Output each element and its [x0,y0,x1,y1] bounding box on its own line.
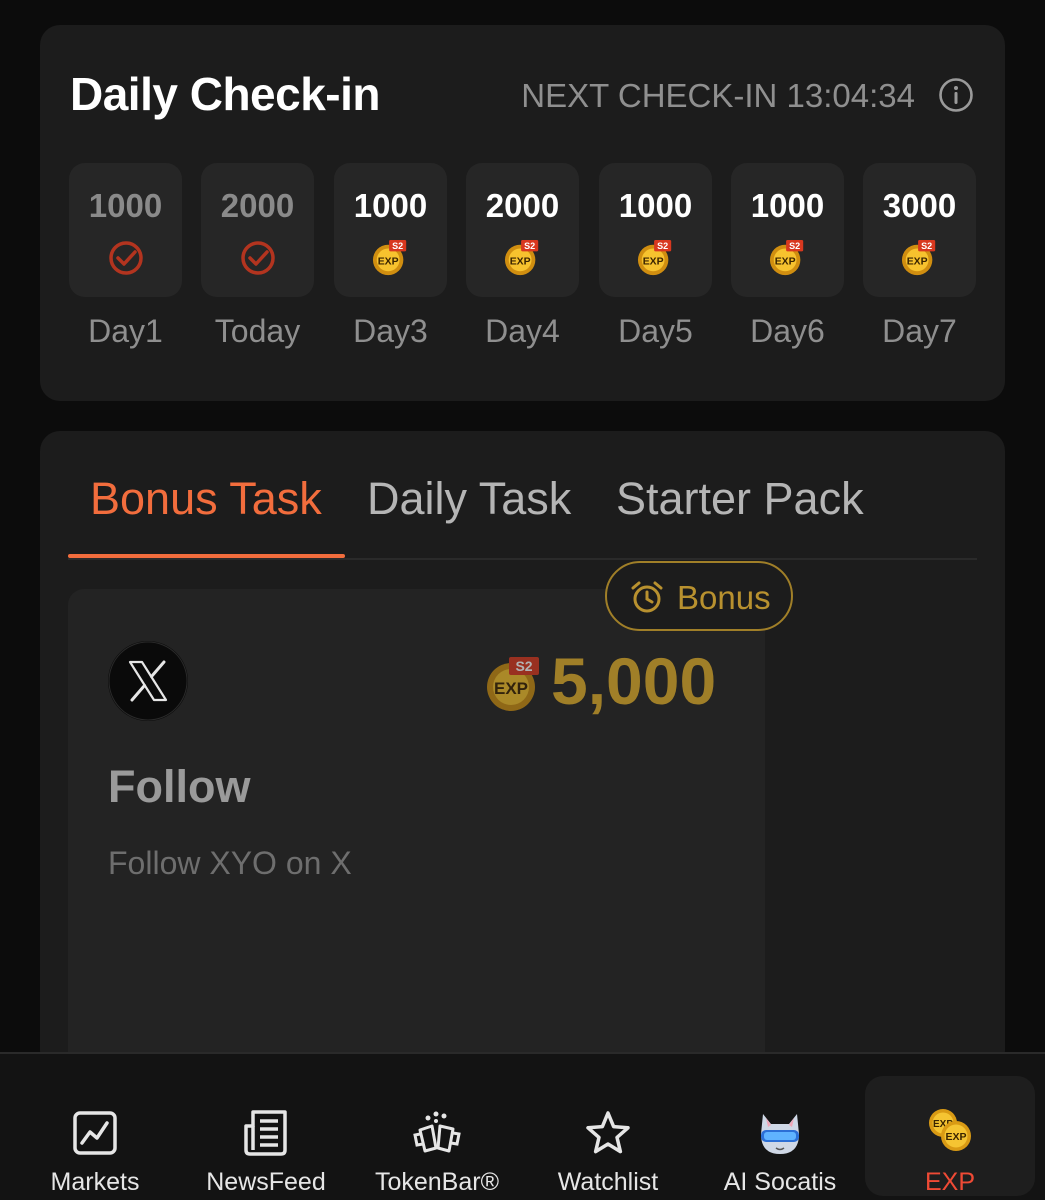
exp-coin-icon: EXP S2 [901,239,936,276]
checkin-day-tile: 1000 EXP S2 [599,163,712,297]
svg-text:EXP: EXP [378,257,399,268]
tab-bonus-task[interactable]: Bonus Task [90,473,322,525]
checkin-day-4[interactable]: 2000 EXP S2 Day4 [466,163,579,350]
checkin-day-5[interactable]: 1000 EXP S2 Day5 [599,163,712,350]
bonus-badge: Bonus [605,561,793,631]
nav-label-exp: EXP [924,1168,976,1196]
checkin-day-label: Day1 [88,313,163,349]
x-logo-icon [108,641,188,721]
svg-text:S2: S2 [657,241,668,251]
nav-markets[interactable]: Markets [10,1054,180,1200]
checkin-day-tile: 2000 EXP S2 [466,163,579,297]
nav-newsfeed[interactable]: NewsFeed [180,1054,352,1200]
nav-watchlist[interactable]: Watchlist [522,1054,694,1200]
checkin-title: Daily Check-in [70,68,381,120]
nav-label-watchlist: Watchlist [557,1168,659,1196]
svg-text:S2: S2 [392,241,403,251]
checkin-day-tile: 2000 [201,163,314,297]
task-card: Bonus Task Daily Task Starter Pack EXP S… [40,431,1005,1071]
bonus-badge-label: Bonus [677,579,771,616]
nav-ai-socatis[interactable]: AI Socatis [694,1054,866,1200]
tab-divider [68,558,977,560]
checkin-day-label: Day3 [353,313,428,349]
svg-text:EXP: EXP [510,257,531,268]
next-checkin-timer: NEXT CHECK-IN 13:04:34 [521,77,915,114]
svg-text:S2: S2 [524,241,535,251]
checkin-day-tile: 1000 EXP S2 [731,163,844,297]
checkin-day-amount: 2000 [220,187,295,224]
bottom-navigation: Markets NewsFeed TokenBar® Watchlist AI … [0,1052,1045,1200]
checkin-day-amount: 3000 [882,187,957,224]
checkin-day-tile: 1000 [69,163,182,297]
daily-checkin-card: Daily Check-in NEXT CHECK-IN 13:04:34 10… [40,25,1005,401]
newspaper-icon [244,1110,287,1156]
task-item-follow[interactable]: EXP S2 5,000 Follow Follow XYO on X [68,589,765,1071]
checkin-day-amount: 1000 [353,187,428,224]
checkin-day-amount: 1000 [750,187,825,224]
nav-label-newsfeed: NewsFeed [206,1168,326,1196]
svg-text:EXP: EXP [643,257,664,268]
alarm-clock-icon [631,581,663,613]
checkin-day-tile: 1000 EXP S2 [334,163,447,297]
checkin-day-2[interactable]: 2000 Today [201,163,314,350]
check-circle-icon [241,241,275,275]
tab-starter-pack[interactable]: Starter Pack [616,473,864,525]
star-icon [586,1111,630,1154]
check-circle-icon [109,241,143,275]
checkin-day-7[interactable]: 3000 EXP S2 Day7 [863,163,976,350]
checkin-day-6[interactable]: 1000 EXP S2 Day6 [731,163,844,350]
checkin-day-3[interactable]: 1000 EXP S2 Day3 [334,163,447,350]
checkin-day-label: Day7 [882,313,957,349]
checkin-day-amount: 2000 [485,187,560,224]
checkin-day-amount: 1000 [618,187,693,224]
nav-label-tokenbar: TokenBar® [374,1168,500,1196]
checkin-day-label: Day5 [618,313,693,349]
beer-cheers-icon [413,1111,461,1153]
checkin-day-1[interactable]: 1000 Day1 [69,163,182,350]
nav-label-ai-socatis: AI Socatis [723,1168,837,1196]
chart-icon [73,1111,117,1155]
exp-coin-icon: EXP S2 [769,239,804,276]
checkin-day-tile: 3000 EXP S2 [863,163,976,297]
svg-text:EXP: EXP [907,257,928,268]
checkin-day-label: Day6 [750,313,825,349]
exp-coin-icon: EXP S2 [504,239,539,276]
nav-tokenbar[interactable]: TokenBar® [352,1054,522,1200]
task-description: Follow XYO on X [108,845,352,881]
cat-mascot-icon [761,1114,799,1154]
info-icon[interactable] [938,77,974,113]
active-tab-indicator [68,554,345,558]
checkin-day-label: Day4 [485,313,560,349]
tab-daily-task[interactable]: Daily Task [367,473,571,525]
svg-text:EXP: EXP [945,1131,966,1143]
exp-coins-icon: EXP EXP [929,1109,971,1151]
exp-coin-icon: EXP S2 [372,239,407,276]
checkin-day-label: Today [214,313,301,349]
svg-text:S2: S2 [789,241,800,251]
task-title: Follow [108,761,251,812]
svg-text:S2: S2 [921,241,932,251]
svg-text:EXP: EXP [775,257,796,268]
nav-exp[interactable]: EXP EXP EXP [865,1076,1035,1196]
svg-text:EXP: EXP [494,679,528,698]
svg-text:S2: S2 [515,658,532,674]
exp-coin-icon: EXP S2 [487,657,539,711]
exp-coin-icon: EXP S2 [637,239,672,276]
checkin-day-amount: 1000 [88,187,163,224]
nav-label-markets: Markets [50,1168,140,1196]
reward-amount: 5,000 [551,644,717,718]
